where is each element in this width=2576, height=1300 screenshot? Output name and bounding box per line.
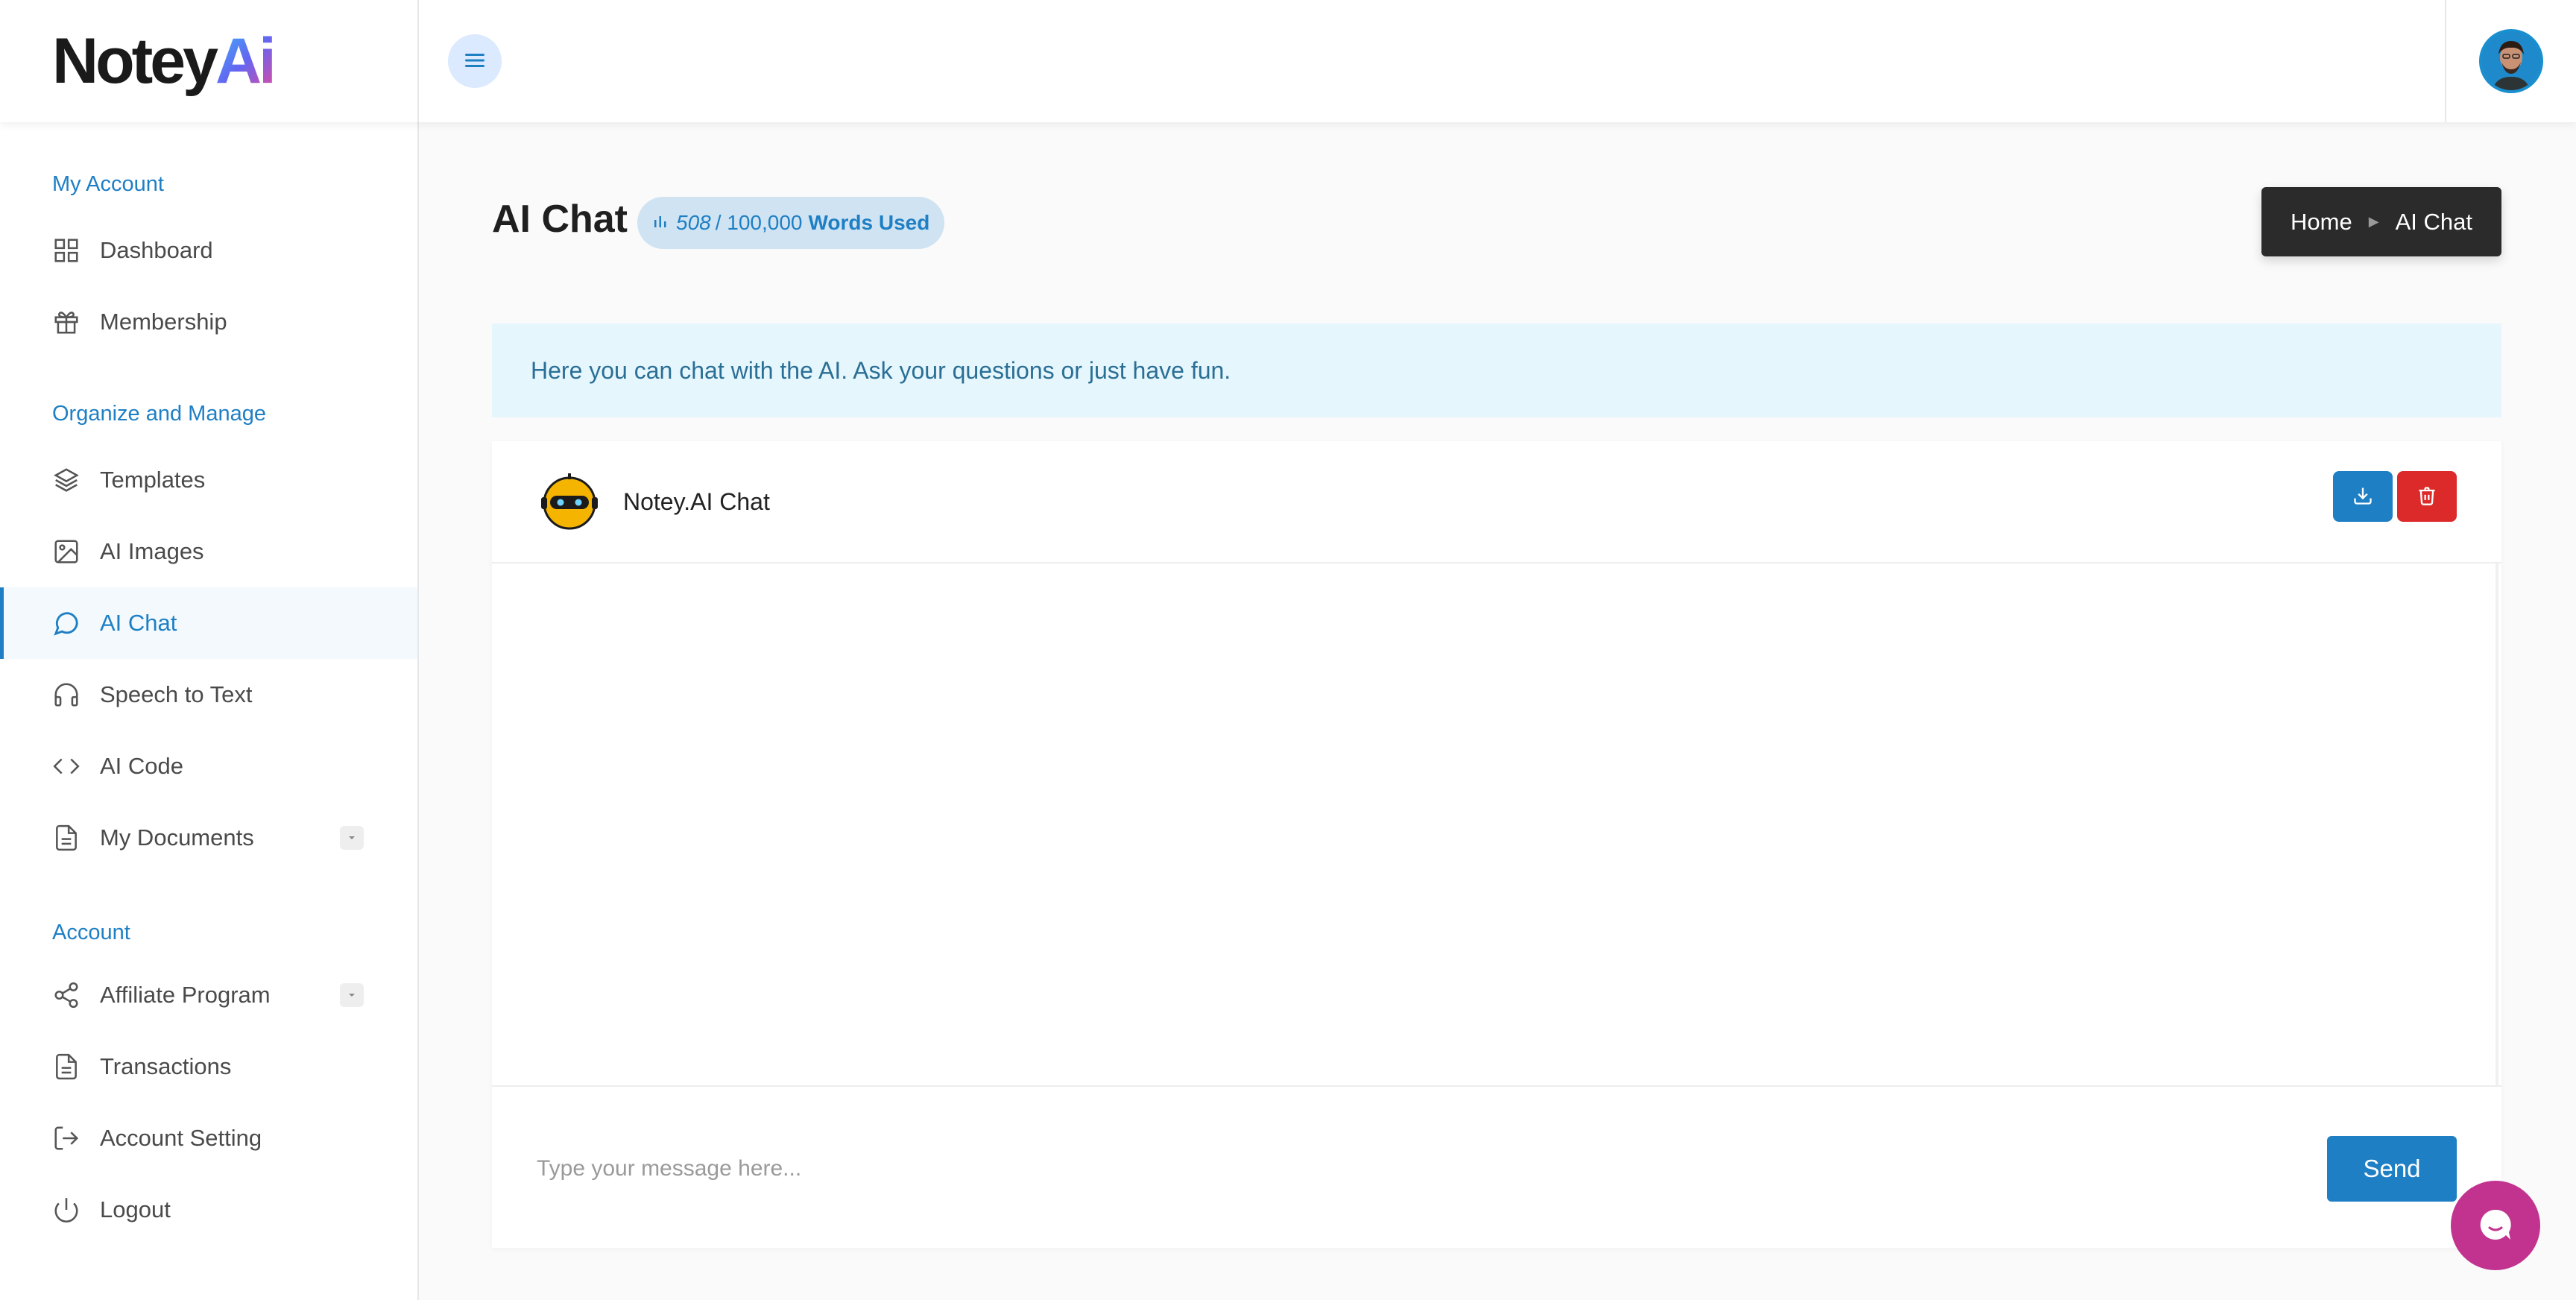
hamburger-icon — [464, 51, 486, 72]
sidebar-item-affiliate-program[interactable]: Affiliate Program — [0, 959, 417, 1031]
chevron-down-icon[interactable] — [340, 826, 364, 850]
chat-header: Notey.AI Chat — [492, 441, 2501, 564]
sidebar-item-my-documents[interactable]: My Documents — [0, 802, 417, 874]
words-used-count: 508 — [676, 211, 711, 234]
logo-accent: Ai — [215, 25, 277, 97]
delete-chat-button[interactable] — [2397, 471, 2457, 522]
sidebar-item-ai-chat[interactable]: AI Chat — [0, 587, 417, 659]
sidebar-item-dashboard[interactable]: Dashboard — [0, 215, 417, 286]
layers-icon — [52, 466, 80, 494]
share-icon — [52, 981, 80, 1009]
chevron-right-icon: ▶ — [2368, 214, 2379, 229]
sidebar-item-label: My Documents — [100, 824, 254, 851]
download-icon — [2352, 485, 2373, 508]
sidebar-item-transactions[interactable]: Transactions — [0, 1031, 417, 1102]
file-icon — [52, 824, 80, 852]
bar-chart-icon — [652, 211, 669, 235]
chat-title: Notey.AI Chat — [623, 488, 770, 515]
sidebar-item-templates[interactable]: Templates — [0, 444, 417, 516]
sidebar-section-my-account: My Account — [52, 172, 164, 196]
breadcrumb-current: AI Chat — [2395, 208, 2472, 235]
sidebar-item-label: Account Setting — [100, 1125, 262, 1151]
brand-logo[interactable]: Notey Ai — [0, 0, 419, 122]
sidebar-item-label: AI Code — [100, 753, 184, 779]
message-circle-icon — [52, 609, 80, 637]
words-used-label: Words Used — [808, 211, 930, 234]
power-icon — [52, 1196, 80, 1224]
user-avatar[interactable] — [2479, 29, 2543, 93]
word-usage-badge: 508 / 100,000 Words Used — [637, 197, 945, 249]
sidebar-item-label: Logout — [100, 1196, 171, 1222]
menu-toggle-button[interactable] — [448, 34, 502, 88]
info-banner: Here you can chat with the AI. Ask your … — [492, 324, 2501, 417]
sidebar-item-label: Membership — [100, 309, 227, 335]
chat-messages-area[interactable] — [492, 564, 2498, 1085]
download-chat-button[interactable] — [2333, 471, 2393, 522]
page-title: AI Chat — [492, 198, 628, 241]
logo-text: Notey — [52, 25, 218, 97]
sidebar-item-label: AI Chat — [100, 610, 177, 636]
sidebar-item-label: AI Images — [100, 538, 204, 564]
chat-composer: Send — [492, 1085, 2501, 1248]
sidebar-item-label: Transactions — [100, 1053, 232, 1079]
trash-icon — [2416, 485, 2437, 508]
gift-icon — [52, 308, 80, 336]
user-menu[interactable] — [2445, 0, 2576, 122]
sidebar-item-logout[interactable]: Logout — [0, 1174, 417, 1246]
sidebar-item-label: Dashboard — [100, 237, 213, 263]
sidebar-item-label: Affiliate Program — [100, 982, 271, 1008]
breadcrumb-home[interactable]: Home — [2291, 209, 2352, 236]
support-chat-button[interactable] — [2451, 1181, 2540, 1270]
sidebar-item-speech-to-text[interactable]: Speech to Text — [0, 659, 417, 731]
sidebar-section-account: Account — [52, 921, 130, 944]
code-icon — [52, 752, 80, 780]
robot-icon — [537, 469, 602, 534]
words-limit: / 100,000 — [715, 211, 803, 234]
chevron-down-icon[interactable] — [340, 983, 364, 1007]
headphones-icon — [52, 681, 80, 709]
sidebar-item-membership[interactable]: Membership — [0, 286, 417, 358]
sidebar-item-ai-code[interactable]: AI Code — [0, 731, 417, 802]
sidebar-item-account-setting[interactable]: Account Setting — [0, 1102, 417, 1174]
grid-icon — [52, 236, 80, 265]
image-icon — [52, 537, 80, 566]
chat-bubble-icon — [2475, 1204, 2516, 1248]
breadcrumb: Home ▶ AI Chat — [2261, 187, 2501, 256]
sidebar-section-organize: Organize and Manage — [52, 402, 266, 426]
top-bar: Notey Ai — [0, 0, 2576, 122]
message-input[interactable] — [537, 1135, 2251, 1203]
file-icon — [52, 1053, 80, 1081]
log-in-icon — [52, 1124, 80, 1152]
sidebar-item-label: Templates — [100, 467, 206, 493]
sidebar-item-label: Speech to Text — [100, 681, 253, 707]
send-button[interactable]: Send — [2327, 1136, 2457, 1202]
chat-panel: Notey.AI Chat Send — [492, 441, 2501, 1248]
sidebar-item-ai-images[interactable]: AI Images — [0, 516, 417, 587]
sidebar: My Account Dashboard Membership Organize… — [0, 122, 419, 1300]
